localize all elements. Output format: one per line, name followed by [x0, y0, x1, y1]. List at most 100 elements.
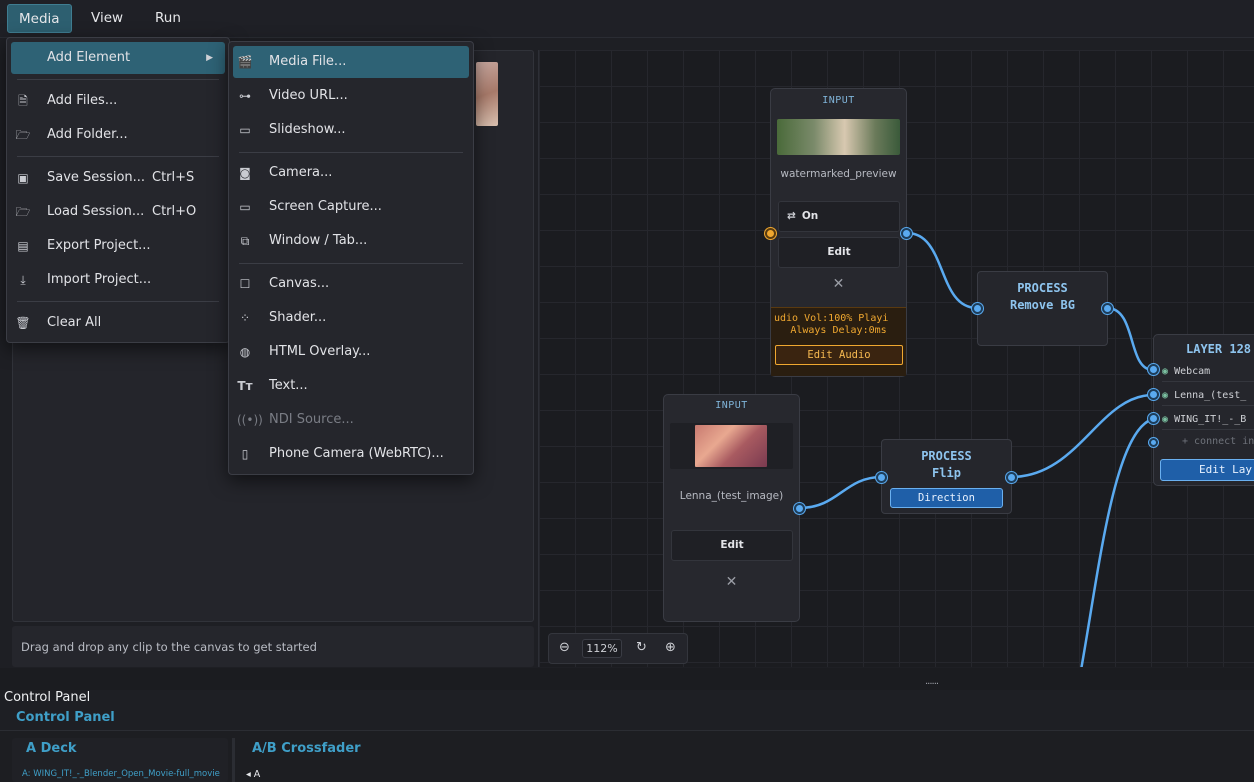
menu-item-clear-all[interactable]: 🗑 Clear All: [11, 307, 225, 339]
close-icon[interactable]: ✕: [664, 574, 799, 590]
toggle-on-button[interactable]: ⇄ On: [778, 201, 900, 232]
globe-icon: ◍: [239, 345, 251, 359]
audio-status-line1: udio Vol:100% Playi: [774, 313, 889, 324]
process-node-flip[interactable]: PROCESS Flip Direction: [881, 439, 1012, 514]
edit-button[interactable]: Edit: [778, 237, 900, 268]
loop-icon: ⇄: [787, 210, 796, 222]
wire-input2-flip: [798, 475, 883, 510]
archive-icon: ▤: [17, 239, 29, 253]
zoom-controls: ⊖ 112% ↻ ⊕: [548, 633, 688, 664]
input-node-watermarked[interactable]: INPUT watermarked_preview ⇄ On Edit ✕ udi…: [770, 88, 907, 377]
shortcut-ctrl-o: Ctrl+O: [152, 204, 197, 219]
menu-media[interactable]: Media: [7, 4, 72, 33]
input-port[interactable]: [972, 303, 983, 314]
monitor-icon: ▭: [239, 200, 251, 214]
node-thumbnail-frame: [670, 423, 793, 469]
media-menu: Add Element ▶ 🗎 Add Files... 🗁 Add Folde…: [6, 37, 230, 343]
layer-input-port[interactable]: [1149, 438, 1158, 447]
menu-item-canvas[interactable]: ☐ Canvas...: [233, 268, 469, 300]
deck-a-source[interactable]: A: WING_IT!_-_Blender_Open_Movie-full_mo…: [22, 769, 226, 779]
download-icon: ⤓: [20, 273, 26, 287]
control-panel-title: Control Panel: [4, 690, 91, 705]
link-icon: ⊶: [239, 89, 251, 103]
input-node-lenna[interactable]: INPUT Lenna_(test_image) Edit ✕: [663, 394, 800, 622]
menu-item-ndi-source: ((•)) NDI Source...: [233, 404, 469, 436]
output-port[interactable]: [794, 503, 805, 514]
folder-icon: ▭: [239, 123, 251, 137]
menu-view[interactable]: View: [80, 4, 134, 33]
edit-button[interactable]: Edit: [671, 530, 793, 561]
add-element-submenu: 🎬 Media File... ⊶ Video URL... ▭ Slidesh…: [228, 41, 474, 475]
edit-layer-button[interactable]: Edit Lay: [1160, 459, 1254, 481]
phone-icon: ▯: [241, 447, 249, 461]
reset-zoom-icon[interactable]: ↻: [636, 640, 647, 655]
layer-row[interactable]: ◉ WING_IT!_-_B: [1162, 410, 1254, 430]
process-name: Remove BG: [1009, 298, 1076, 312]
layer-input-port[interactable]: [1148, 413, 1159, 424]
eye-icon[interactable]: ◉: [1162, 414, 1168, 425]
deck-divider: [232, 738, 235, 782]
menu-item-add-element[interactable]: Add Element ▶: [11, 42, 225, 74]
connect-input-hint: + connect in: [1182, 436, 1254, 447]
menu-item-phone-camera[interactable]: ▯ Phone Camera (WebRTC)...: [233, 438, 469, 470]
layer-input-port[interactable]: [1148, 389, 1159, 400]
close-icon[interactable]: ✕: [771, 276, 906, 292]
audio-input-port[interactable]: [765, 228, 776, 239]
layer-node[interactable]: LAYER 128 ◉ Webcam ◉ Lenna_(test_ ◉ WING…: [1153, 334, 1254, 486]
wire-deck-layer: [1080, 417, 1154, 667]
library-thumbnail[interactable]: [476, 62, 498, 126]
menu-item-media-file[interactable]: 🎬 Media File...: [233, 46, 469, 78]
node-canvas[interactable]: INPUT watermarked_preview ⇄ On Edit ✕ udi…: [538, 50, 1254, 667]
menu-item-save-session[interactable]: ▣ Save Session... Ctrl+S: [11, 162, 225, 194]
eye-icon[interactable]: ◉: [1162, 390, 1168, 401]
splitter-grip[interactable]: ......: [925, 676, 939, 687]
menu-item-import-project[interactable]: ⤓ Import Project...: [11, 264, 225, 296]
square-icon: ☐: [239, 277, 251, 291]
wire-flip-layer: [1010, 393, 1154, 479]
menu-item-window-tab[interactable]: ⧉ Window / Tab...: [233, 225, 469, 257]
menu-item-add-folder[interactable]: 🗁 Add Folder...: [11, 119, 225, 151]
shortcut-ctrl-s: Ctrl+S: [152, 170, 195, 185]
process-label: PROCESS: [1017, 281, 1068, 295]
output-port[interactable]: [1006, 472, 1017, 483]
folder-open-icon: 🗁: [15, 128, 31, 142]
menu-item-shader[interactable]: ⁘ Shader...: [233, 302, 469, 334]
panel-splitter[interactable]: [0, 668, 1254, 690]
output-port[interactable]: [1102, 303, 1113, 314]
menu-item-export-project[interactable]: ▤ Export Project...: [11, 230, 225, 262]
folder-open-icon: 🗁: [15, 205, 31, 219]
zoom-in-icon[interactable]: ⊕: [665, 640, 676, 655]
menu-item-slideshow[interactable]: ▭ Slideshow...: [233, 114, 469, 146]
audio-section: udio Vol:100% Playi Always Delay:0ms Edi…: [771, 307, 906, 376]
process-name: Flip: [932, 466, 961, 480]
save-icon: ▣: [17, 171, 29, 185]
layer-input-port[interactable]: [1148, 364, 1159, 375]
direction-button[interactable]: Direction: [890, 488, 1003, 508]
text-icon: Tт: [237, 379, 253, 393]
control-panel-heading: Control Panel: [16, 710, 115, 725]
menu-item-add-files[interactable]: 🗎 Add Files...: [11, 85, 225, 117]
node-thumbnail: [777, 119, 900, 155]
node-header: INPUT: [715, 400, 748, 411]
trash-icon: 🗑: [15, 316, 31, 330]
menu-item-screen-capture[interactable]: ▭ Screen Capture...: [233, 191, 469, 223]
menu-item-text[interactable]: Tт Text...: [233, 370, 469, 402]
zoom-level[interactable]: 112%: [582, 639, 622, 658]
layer-row[interactable]: ◉ Webcam: [1162, 362, 1254, 382]
output-port[interactable]: [901, 228, 912, 239]
menu-item-html-overlay[interactable]: ◍ HTML Overlay...: [233, 336, 469, 368]
crossfader-side-a[interactable]: ◂ A: [246, 769, 260, 780]
audio-status-line2: Always Delay:0ms: [790, 325, 887, 336]
menu-item-video-url[interactable]: ⊶ Video URL...: [233, 80, 469, 112]
layer-row[interactable]: ◉ Lenna_(test_: [1162, 386, 1254, 406]
node-media-name: watermarked_preview: [780, 168, 897, 180]
menu-run[interactable]: Run: [144, 4, 192, 33]
menu-item-camera[interactable]: ◙ Camera...: [233, 157, 469, 189]
menu-item-load-session[interactable]: 🗁 Load Session... Ctrl+O: [11, 196, 225, 228]
eye-icon[interactable]: ◉: [1162, 366, 1168, 377]
process-node-remove-bg[interactable]: PROCESS Remove BG: [977, 271, 1108, 346]
camera-icon: ◙: [239, 166, 251, 180]
input-port[interactable]: [876, 472, 887, 483]
zoom-out-icon[interactable]: ⊖: [559, 640, 570, 655]
edit-audio-button[interactable]: Edit Audio: [775, 345, 903, 365]
